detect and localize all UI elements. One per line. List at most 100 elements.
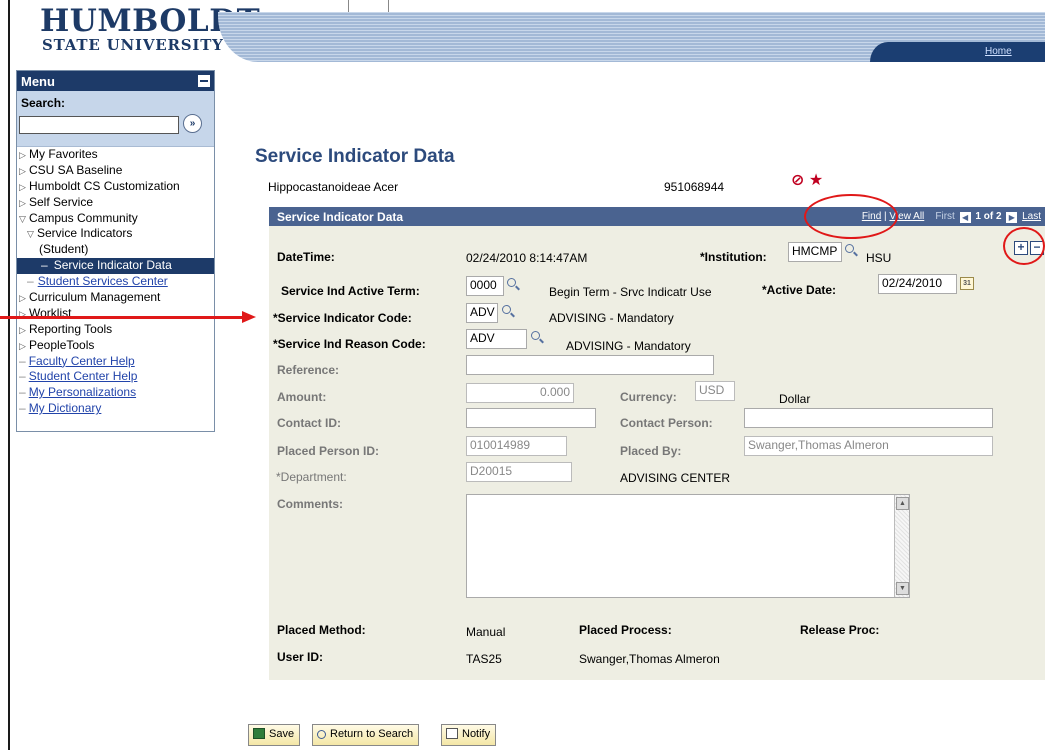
reference-field[interactable] — [466, 355, 714, 375]
sidebar-item-label: My Personalizations — [28, 385, 137, 400]
sidebar-item-csu-sa-baseline[interactable]: ▷ CSU SA Baseline — [17, 163, 214, 179]
notify-icon — [446, 728, 458, 739]
institution-field[interactable]: HMCMP — [788, 242, 842, 262]
sidebar-item-curriculum-management[interactable]: ▷ Curriculum Management — [17, 290, 214, 306]
reason-code-label: *Service Ind Reason Code: — [273, 337, 426, 351]
sidebar-item-service-indicator-data[interactable]: – Service Indicator Data — [17, 258, 214, 275]
placed-by-field[interactable]: Swanger,Thomas Almeron — [744, 436, 993, 456]
sidebar-item-service-indicators[interactable]: ▽ Service Indicators — [17, 226, 214, 242]
next-arrow-icon[interactable]: ▶ — [1006, 212, 1018, 223]
amount-label: Amount: — [277, 390, 327, 404]
indicator-code-field[interactable]: ADV — [466, 303, 498, 323]
sidebar-item-my-favorites[interactable]: ▷ My Favorites — [17, 147, 214, 163]
sidebar-item-label: Self Service — [29, 194, 94, 209]
sidebar-item-label: (Student) — [39, 242, 89, 257]
sidebar-item-label: Service Indicator Data — [53, 258, 172, 273]
search-go-icon[interactable]: » — [183, 114, 202, 133]
institution-lookup-icon[interactable] — [844, 243, 858, 257]
bullet-dash-icon: – — [41, 258, 48, 273]
user-name-value: Swanger,Thomas Almeron — [579, 652, 720, 666]
comments-scrollbar[interactable]: ▲ ▼ — [894, 495, 909, 597]
placed-person-field[interactable]: 010014989 — [466, 436, 567, 456]
page-title: Service Indicator Data — [255, 146, 455, 167]
currency-label: Currency: — [620, 390, 677, 404]
service-indicator-icon[interactable]: ⊘ ★ — [791, 170, 823, 190]
sidebar-item-worklist[interactable]: ▷ Worklist — [17, 306, 214, 322]
sidebar-item-label: Service Indicators — [37, 226, 133, 241]
annotation-arrow-head — [242, 311, 256, 323]
sidebar-item-self-service[interactable]: ▷ Self Service — [17, 195, 214, 211]
placed-person-label: Placed Person ID: — [277, 444, 380, 458]
user-id-value: TAS25 — [466, 652, 502, 666]
placed-process-label: Placed Process: — [579, 623, 672, 637]
indicator-code-lookup-icon[interactable] — [501, 304, 515, 318]
sidebar-item-label: Student Center Help — [28, 369, 138, 384]
return-to-search-button[interactable]: Return to Search — [312, 724, 420, 746]
placed-method-value: Manual — [466, 625, 506, 639]
bullet-dash-icon: – — [19, 385, 26, 400]
sidebar-item-label: PeopleTools — [29, 337, 95, 352]
active-date-label: *Active Date: — [762, 283, 837, 297]
sidebar-item-student[interactable]: (Student) — [17, 242, 214, 258]
sidebar-item-reporting-tools[interactable]: ▷ Reporting Tools — [17, 322, 214, 338]
expanded-arrow-icon: ▽ — [19, 213, 26, 224]
menu-search-input[interactable] — [19, 116, 179, 134]
datetime-value: 02/24/2010 8:14:47AM — [466, 251, 588, 265]
reason-code-field[interactable]: ADV — [466, 329, 527, 349]
last-link[interactable]: Last — [1022, 211, 1041, 222]
collapse-menu-icon[interactable] — [198, 75, 210, 87]
save-button[interactable]: Save — [248, 724, 301, 746]
notify-button[interactable]: Notify — [441, 724, 497, 746]
sidebar-menu: Menu Search: » ▷ My Favorites ▷ CSU SA Bas… — [16, 70, 215, 432]
sidebar-item-label: Curriculum Management — [29, 290, 161, 305]
department-label: *Department: — [276, 470, 347, 484]
sidebar-item-student-services-center[interactable]: – Student Services Center — [17, 274, 214, 290]
sidebar-item-campus-community[interactable]: ▽ Campus Community — [17, 211, 214, 227]
contact-id-label: Contact ID: — [277, 416, 341, 430]
menu-list: ▷ My Favorites ▷ CSU SA Baseline ▷ Humboldt… — [17, 147, 214, 417]
active-term-label: Service Ind Active Term: — [281, 284, 420, 298]
notify-button-label: Notify — [462, 728, 491, 740]
amount-field[interactable]: 0.000 — [466, 383, 574, 403]
header-tab — [870, 42, 1045, 62]
indicator-code-label: *Service Indicator Code: — [273, 311, 412, 325]
contact-person-field[interactable] — [744, 408, 993, 428]
sidebar-item-peopletools[interactable]: ▷ PeopleTools — [17, 338, 214, 354]
comments-textarea[interactable]: ▲ ▼ — [466, 494, 910, 598]
sidebar-item-faculty-center-help[interactable]: – Faculty Center Help — [17, 354, 214, 370]
previous-arrow-icon[interactable]: ◀ — [959, 212, 971, 223]
collapsed-arrow-icon: ▷ — [19, 150, 26, 160]
release-proc-label: Release Proc: — [800, 623, 880, 637]
active-term-field[interactable]: 0000 — [466, 276, 504, 296]
bullet-dash-icon: – — [19, 401, 26, 416]
collapsed-arrow-icon: ▷ — [19, 340, 26, 351]
panel-title: Service Indicator Data — [277, 210, 404, 224]
home-link[interactable]: Home — [985, 46, 1012, 57]
department-field[interactable]: D20015 — [466, 462, 572, 482]
sidebar-item-my-personalizations[interactable]: – My Personalizations — [17, 385, 214, 401]
scroll-up-icon[interactable]: ▲ — [896, 497, 909, 510]
annotation-arrow-shaft — [0, 316, 245, 319]
menu-header: Menu — [17, 71, 214, 91]
expanded-arrow-icon: ▽ — [27, 229, 34, 240]
scroll-down-icon[interactable]: ▼ — [896, 582, 909, 595]
sidebar-item-label: Student Services Center — [37, 274, 168, 289]
sidebar-item-my-dictionary[interactable]: – My Dictionary — [17, 401, 214, 417]
sidebar-item-label: Faculty Center Help — [28, 353, 135, 368]
placed-by-label: Placed By: — [620, 444, 682, 458]
active-date-field[interactable]: 02/24/2010 — [878, 274, 957, 294]
return-to-search-label: Return to Search — [330, 728, 414, 740]
collapsed-arrow-icon: ▷ — [19, 181, 26, 192]
sidebar-item-student-center-help[interactable]: – Student Center Help — [17, 369, 214, 385]
reason-code-lookup-icon[interactable] — [530, 330, 544, 344]
contact-id-field[interactable] — [466, 408, 596, 428]
calendar-icon[interactable]: 31 — [960, 277, 974, 290]
bullet-dash-icon: – — [19, 353, 26, 368]
currency-field[interactable]: USD — [695, 381, 735, 401]
view-all-highlight-circle — [804, 194, 898, 239]
sidebar-item-humboldt-cs[interactable]: ▷ Humboldt CS Customization — [17, 179, 214, 195]
active-term-description: Begin Term - Srvc Indicatr Use — [549, 285, 712, 299]
bullet-dash-icon: – — [27, 274, 34, 289]
active-term-lookup-icon[interactable] — [506, 277, 520, 291]
collapsed-arrow-icon: ▷ — [19, 293, 26, 304]
